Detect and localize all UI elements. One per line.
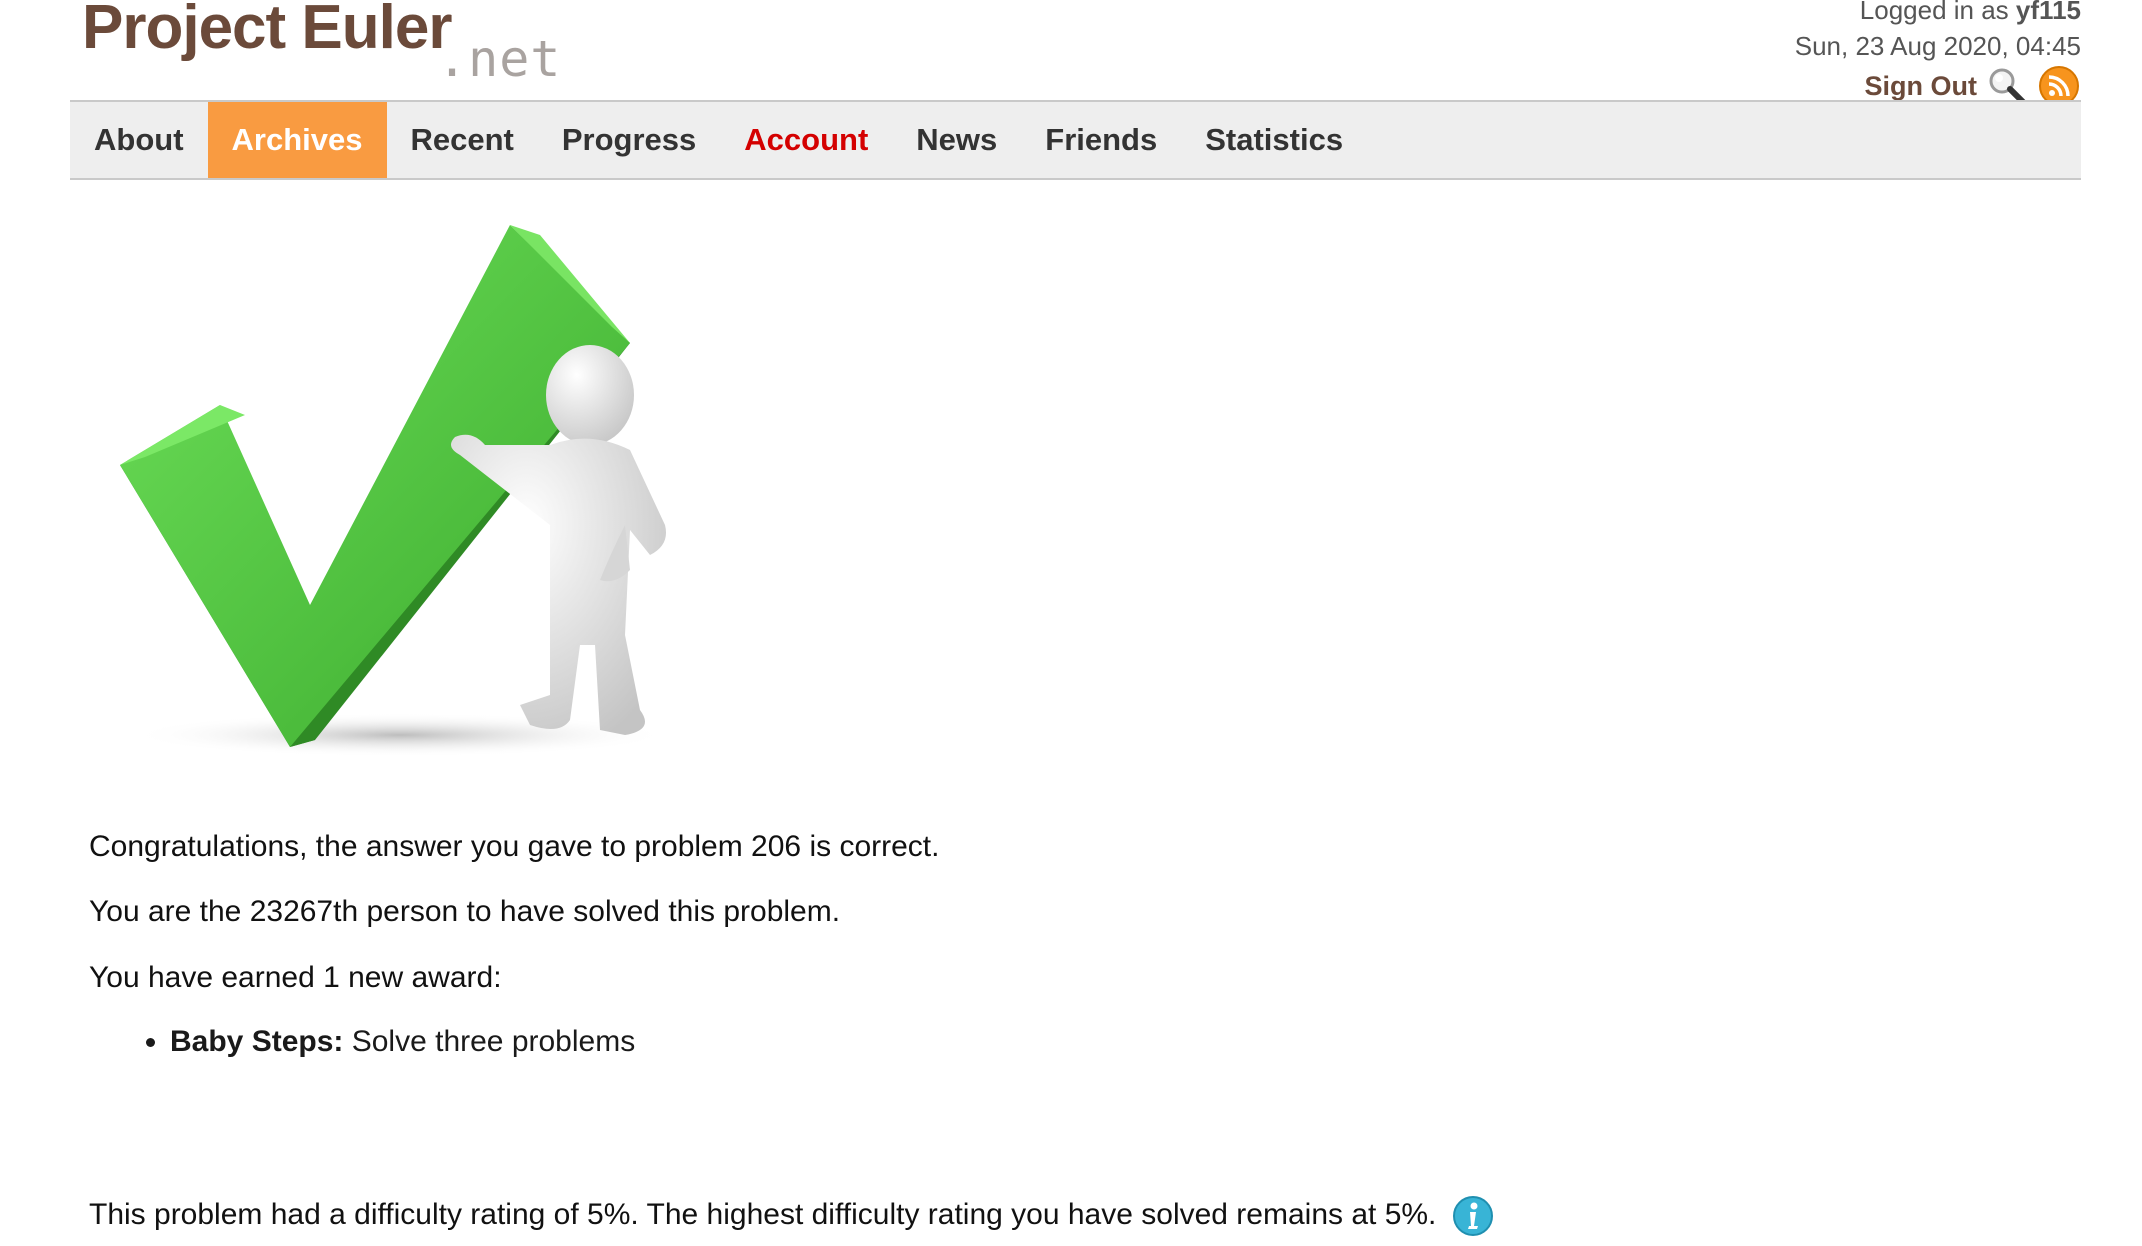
nav-account[interactable]: Account <box>720 102 892 178</box>
solver-rank-message: You are the 23267th person to have solve… <box>89 895 841 928</box>
nav-statistics[interactable]: Statistics <box>1181 102 1367 178</box>
nav-archives[interactable]: Archives <box>207 102 387 178</box>
award-name: Baby Steps: <box>170 1025 344 1058</box>
info-icon[interactable] <box>1451 1194 1495 1238</box>
logged-in-line: Logged in as yf115 <box>1795 0 2081 28</box>
award-list: Baby Steps: Solve three problems <box>130 1025 635 1059</box>
award-item: Baby Steps: Solve three problems <box>170 1025 635 1059</box>
nav-progress[interactable]: Progress <box>538 102 720 178</box>
sign-out-link[interactable]: Sign Out <box>1865 68 1977 104</box>
user-info: Logged in as yf115 Sun, 23 Aug 2020, 04:… <box>1795 0 2081 108</box>
congrats-message: Congratulations, the answer you gave to … <box>89 830 940 863</box>
checkmark-illustration <box>100 225 700 765</box>
nav-about[interactable]: About <box>70 102 208 178</box>
award-description: Solve three problems <box>351 1025 636 1058</box>
difficulty-message: This problem had a difficulty rating of … <box>89 1197 1437 1231</box>
awards-intro: You have earned 1 new award: <box>89 961 502 994</box>
logo-tld-text: .net <box>437 30 562 88</box>
site-logo[interactable]: Project Euler .net <box>82 0 602 88</box>
username: yf115 <box>2015 0 2081 25</box>
difficulty-line: This problem had a difficulty rating of … <box>89 1194 1495 1238</box>
nav-news[interactable]: News <box>892 102 1021 178</box>
main-nav: About Archives Recent Progress Account N… <box>70 100 2081 180</box>
nav-recent[interactable]: Recent <box>387 102 538 178</box>
nav-friends[interactable]: Friends <box>1021 102 1181 178</box>
logged-in-label: Logged in as <box>1859 0 2009 25</box>
current-datetime: Sun, 23 Aug 2020, 04:45 <box>1794 31 2081 61</box>
logo-main-text: Project Euler <box>82 0 452 62</box>
